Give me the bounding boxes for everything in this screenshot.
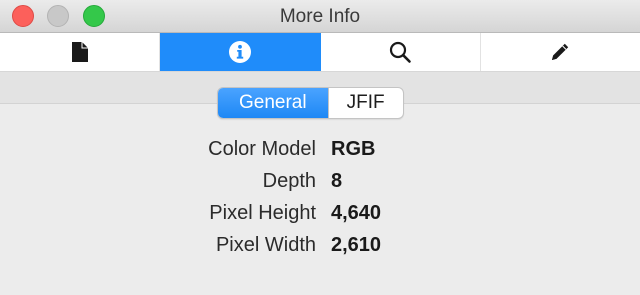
info-icon: [228, 40, 252, 64]
document-icon: [71, 41, 89, 63]
tab-general-info[interactable]: [160, 33, 321, 71]
info-label: Pixel Width: [215, 234, 316, 256]
inspector-toolbar: [0, 33, 640, 72]
pencil-icon: [548, 40, 572, 64]
info-value: 2,610: [331, 234, 382, 256]
info-row-pixel-height: Pixel Height 4,640: [0, 197, 640, 229]
info-segmented-control: General JFIF: [217, 87, 404, 119]
info-value: 8: [331, 170, 343, 192]
info-table: Color Model RGB Depth 8 Pixel Height 4,6…: [0, 133, 640, 261]
info-row-pixel-width: Pixel Width 2,610: [0, 229, 640, 261]
tab-file-info[interactable]: [0, 33, 161, 71]
info-row-color-model: Color Model RGB: [0, 133, 640, 165]
info-label: Depth: [262, 170, 316, 192]
title-bar: More Info: [0, 0, 640, 33]
segment-jfif[interactable]: JFIF: [327, 88, 403, 118]
info-row-depth: Depth 8: [0, 165, 640, 197]
info-value: 4,640: [331, 202, 382, 224]
info-value: RGB: [331, 138, 376, 160]
search-icon: [388, 40, 412, 64]
window-title: More Info: [279, 6, 361, 27]
segment-general[interactable]: General: [218, 88, 328, 118]
info-label: Pixel Height: [209, 202, 316, 224]
tab-search[interactable]: [321, 33, 481, 71]
info-label: Color Model: [208, 138, 316, 160]
tab-annotations[interactable]: [481, 33, 640, 71]
more-info-window: More Info General JFIF Color Model RGB D…: [0, 0, 640, 295]
